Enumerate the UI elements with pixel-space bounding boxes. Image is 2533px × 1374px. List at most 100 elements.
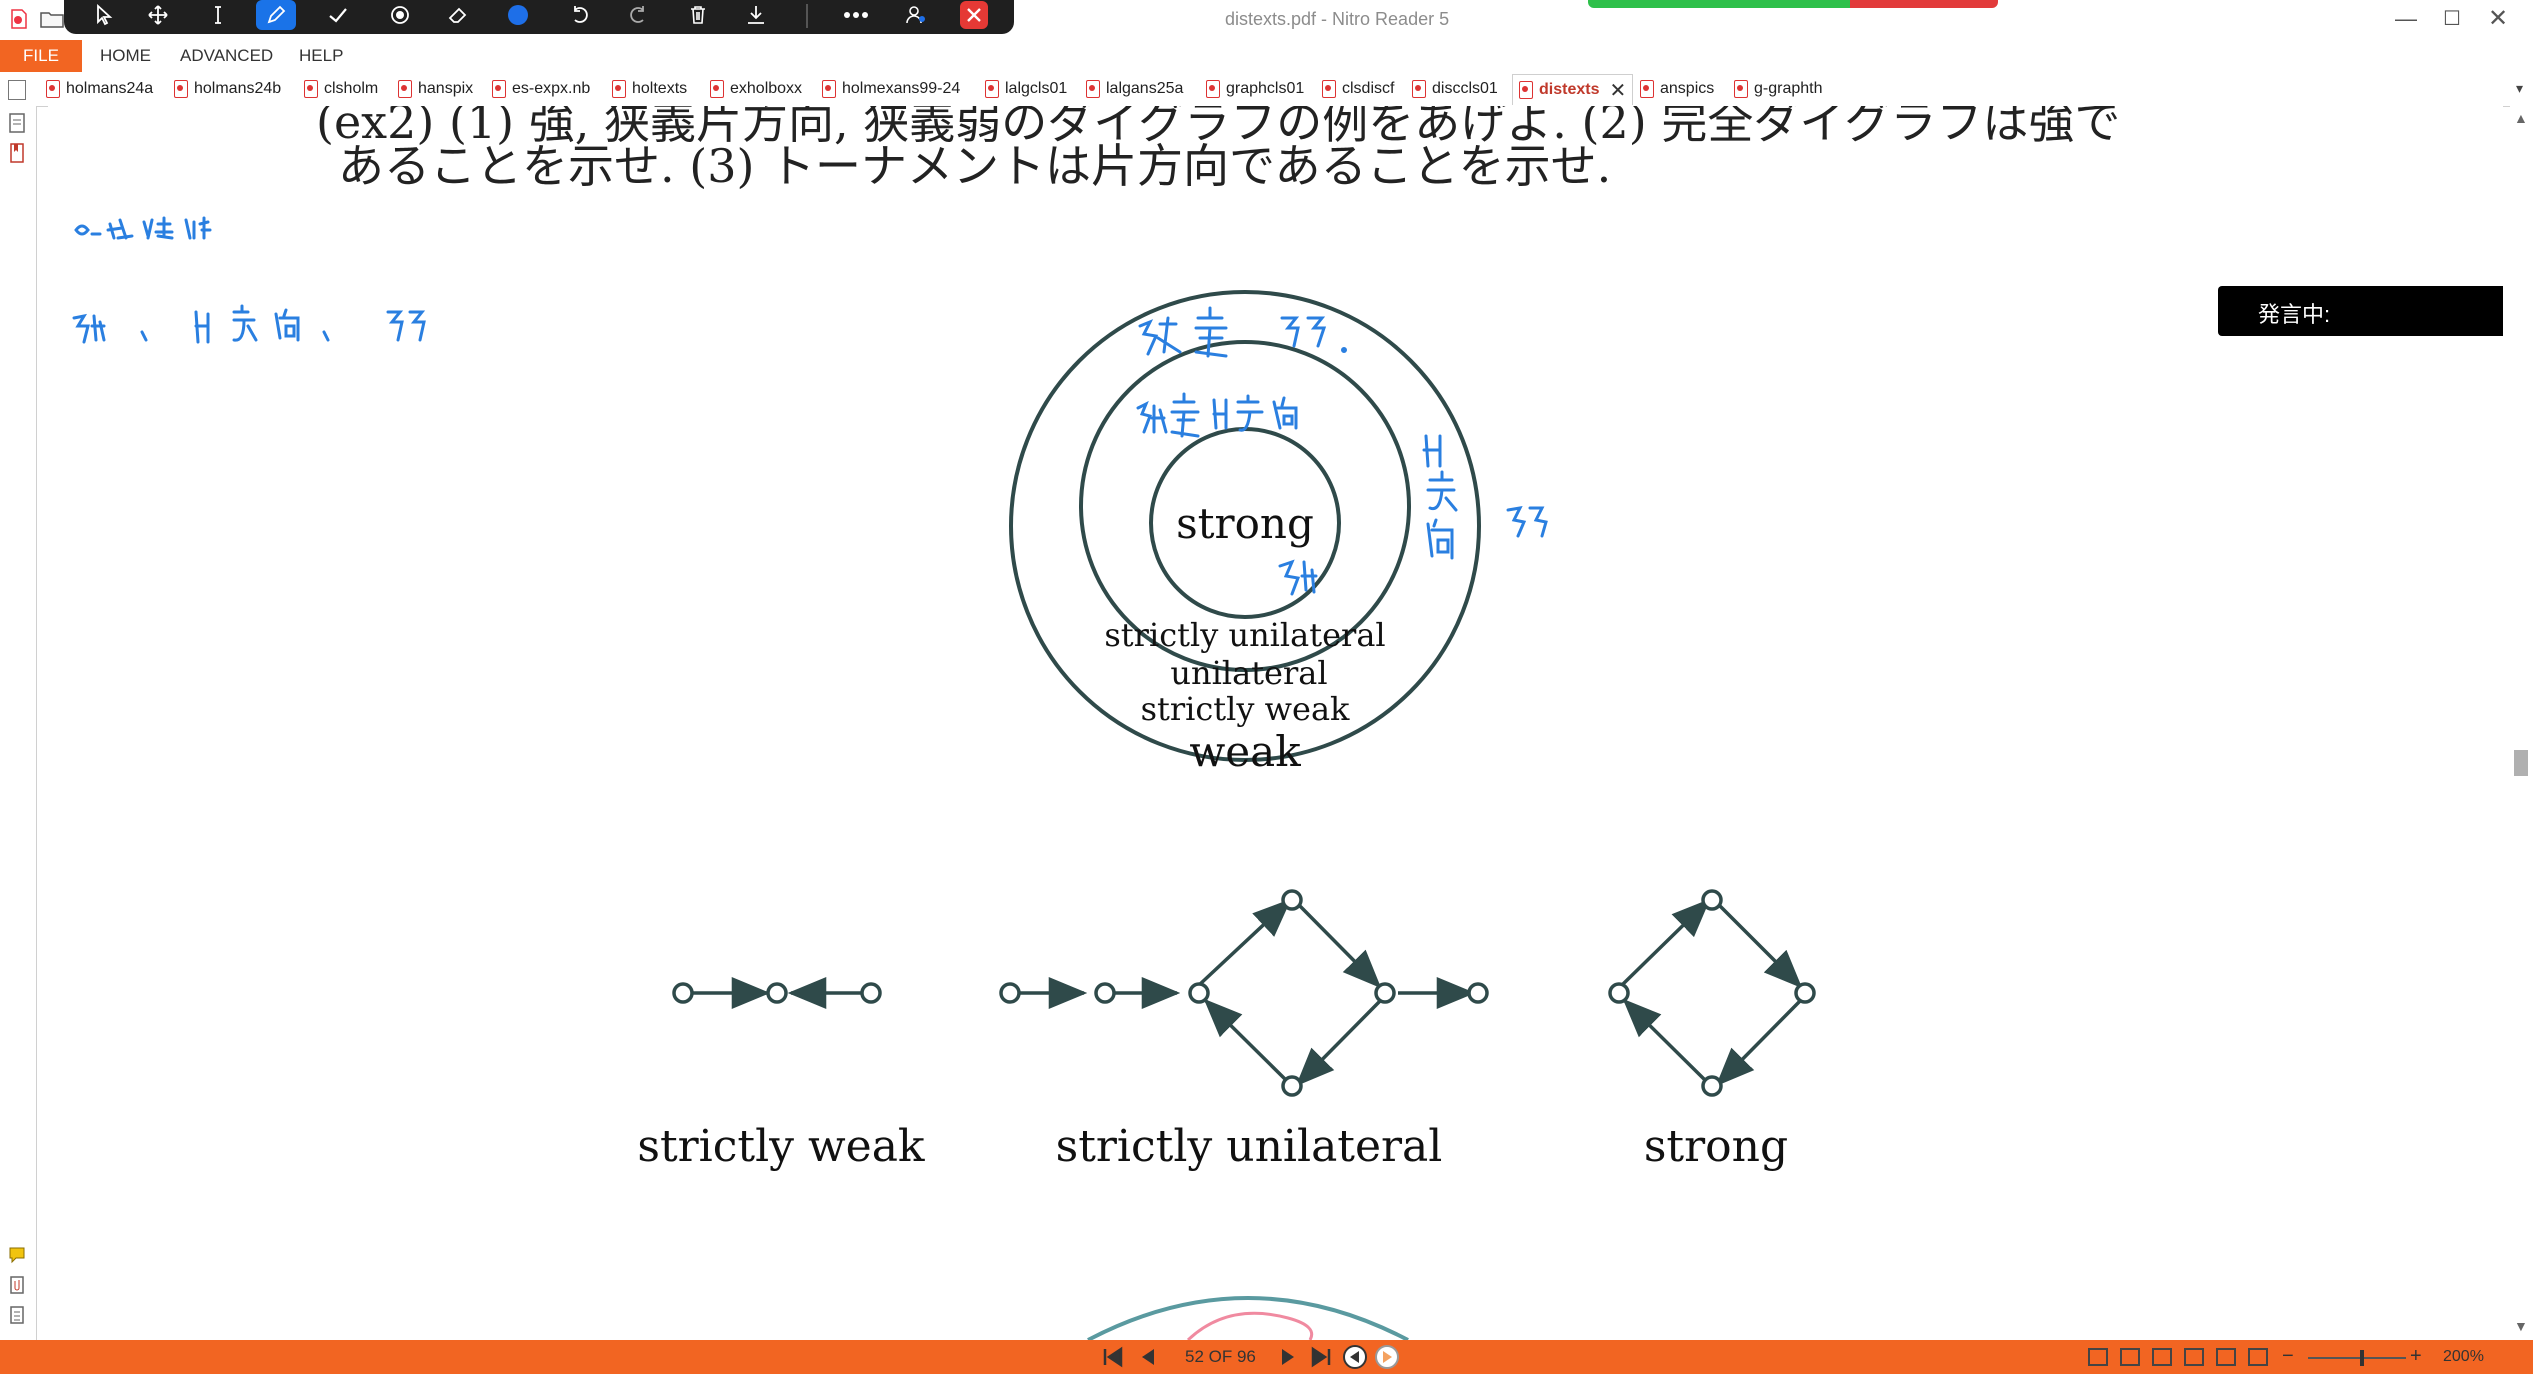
pen-icon[interactable] xyxy=(256,0,296,30)
pdf-file-icon xyxy=(398,80,412,98)
tab-overflow-button[interactable]: ▾ xyxy=(2516,80,2523,97)
continuous-facing-view-icon[interactable] xyxy=(2184,1348,2204,1366)
menu-advanced[interactable]: ADVANCED xyxy=(180,40,273,72)
page-thumbnails-icon[interactable] xyxy=(8,112,26,134)
pdf-file-icon xyxy=(492,80,506,98)
eraser-icon[interactable] xyxy=(438,0,478,30)
menu-home[interactable]: HOME xyxy=(100,40,151,72)
pdf-file-icon xyxy=(1519,81,1533,99)
tab-lalgcls01[interactable]: lalgcls01 xyxy=(985,76,1067,102)
tab-distexts[interactable]: distexts ✕ xyxy=(1512,74,1634,105)
graph-vertex xyxy=(999,982,1021,1004)
facing-view-icon[interactable] xyxy=(2152,1348,2172,1366)
caption-strictly-unilateral: strictly unilateral xyxy=(1056,1121,1443,1172)
tab-label: holmans24a xyxy=(66,80,154,97)
zoom-slider-thumb[interactable] xyxy=(2360,1350,2364,1366)
page-number-field[interactable]: 52 OF 96 xyxy=(1185,1347,1256,1367)
tab-label: clsdiscf xyxy=(1342,80,1395,97)
bookmarks-icon[interactable] xyxy=(8,142,26,164)
maximize-button[interactable]: ☐ xyxy=(2434,2,2470,36)
speaking-label: 発言中: xyxy=(2258,302,2331,327)
tab-label: lalgans25a xyxy=(1106,80,1184,97)
tab-hanspix[interactable]: hanspix xyxy=(398,76,473,102)
scroll-up-icon[interactable]: ▲ xyxy=(2514,110,2528,126)
attachments-icon[interactable] xyxy=(8,1274,26,1296)
fullscreen-icon[interactable] xyxy=(2248,1348,2268,1366)
tab-list-icon[interactable] xyxy=(8,80,26,100)
pdf-file-icon xyxy=(304,80,318,98)
example-strong-digraph xyxy=(1608,889,1816,1097)
color-dot-icon[interactable] xyxy=(498,0,538,30)
zoom-slider[interactable] xyxy=(2308,1350,2406,1366)
user-settings-icon[interactable] xyxy=(896,0,936,30)
tab-holmans24a[interactable]: holmans24a xyxy=(46,76,153,102)
tab-g-graphth[interactable]: g-graphth xyxy=(1734,76,1823,102)
scroll-thumb[interactable] xyxy=(2514,750,2528,776)
zoom-level[interactable]: 200% xyxy=(2443,1348,2484,1366)
single-page-view-icon[interactable] xyxy=(2088,1348,2108,1366)
check-icon[interactable] xyxy=(318,0,358,30)
graph-vertex xyxy=(766,982,788,1004)
first-page-icon[interactable] xyxy=(1100,1344,1126,1370)
tab-clsdiscf[interactable]: clsdiscf xyxy=(1322,76,1394,102)
tab-es-expx-nb[interactable]: es-expx.nb xyxy=(492,76,590,102)
vertical-scrollbar[interactable]: ▲ ▼ xyxy=(2510,106,2533,1340)
pdf-file-icon xyxy=(1086,80,1100,98)
label-weak: weak xyxy=(1189,727,1301,776)
continuous-view-icon[interactable] xyxy=(2120,1348,2140,1366)
label-strictly-unilateral: strictly unilateral xyxy=(1104,616,1385,654)
connectivity-venn-diagram: strong strictly unilateral unilateral st… xyxy=(1009,290,1481,776)
close-annotation-icon[interactable] xyxy=(954,0,994,30)
close-window-button[interactable]: ✕ xyxy=(2478,2,2518,36)
more-icon[interactable] xyxy=(836,0,876,30)
menu-help[interactable]: HELP xyxy=(299,40,343,72)
handwritten-diagram-annotations xyxy=(1136,306,1548,596)
undo-icon[interactable] xyxy=(560,0,600,30)
redo-icon[interactable] xyxy=(618,0,658,30)
download-icon[interactable] xyxy=(736,0,776,30)
tab-clsholm[interactable]: clsholm xyxy=(304,76,378,102)
nitro-logo-icon xyxy=(11,9,27,29)
scroll-down-icon[interactable]: ▼ xyxy=(2514,1318,2528,1334)
layers-icon[interactable] xyxy=(8,1304,26,1326)
tab-anspics[interactable]: anspics xyxy=(1640,76,1714,102)
zoom-out-button[interactable]: − xyxy=(2282,1345,2294,1368)
previous-page-icon[interactable] xyxy=(1134,1344,1160,1370)
tab-label: holtexts xyxy=(632,80,688,97)
fit-width-icon[interactable] xyxy=(2216,1348,2236,1366)
tab-holmans24b[interactable]: holmans24b xyxy=(174,76,281,102)
tab-label: lalgcls01 xyxy=(1005,80,1068,97)
tab-close-icon[interactable]: ✕ xyxy=(1609,78,1626,103)
tab-exholboxx[interactable]: exholboxx xyxy=(710,76,802,102)
menu-file[interactable]: FILE xyxy=(0,40,82,72)
handwritten-note-strong-unilateral-weak xyxy=(72,304,426,344)
comments-icon[interactable] xyxy=(8,1244,26,1266)
highlighter-icon[interactable] xyxy=(380,0,420,30)
tab-holmexans99-24[interactable]: holmexans99-24 xyxy=(822,76,960,102)
move-icon[interactable] xyxy=(138,0,178,30)
label-strong: strong xyxy=(1176,499,1314,548)
document-tab-bar: holmans24a holmans24b clsholm hanspix es-exp… xyxy=(0,72,2533,107)
next-page-icon[interactable] xyxy=(1276,1344,1302,1370)
tab-label: graphcls01 xyxy=(1226,80,1305,97)
tab-lalgans25a[interactable]: lalgans25a xyxy=(1086,76,1183,102)
graph-vertex xyxy=(1188,982,1210,1004)
last-page-icon[interactable] xyxy=(1308,1344,1334,1370)
minimize-button[interactable]: — xyxy=(2388,2,2424,36)
tab-holtexts[interactable]: holtexts xyxy=(612,76,687,102)
folder-icon[interactable] xyxy=(40,10,64,28)
trash-icon[interactable] xyxy=(678,0,718,30)
zoom-in-button[interactable]: + xyxy=(2410,1345,2422,1368)
previous-view-icon[interactable] xyxy=(1342,1344,1368,1370)
graph-vertex xyxy=(1467,982,1489,1004)
select-arrow-icon[interactable] xyxy=(84,0,124,30)
caption-strictly-weak: strictly weak xyxy=(637,1121,925,1172)
example-strictly-unilateral-digraph xyxy=(999,889,1489,1097)
tab-label: distexts xyxy=(1539,81,1600,98)
graph-vertex xyxy=(860,982,882,1004)
tab-graphcls01[interactable]: graphcls01 xyxy=(1206,76,1304,102)
pdf-file-icon xyxy=(822,80,836,98)
text-cursor-icon[interactable] xyxy=(198,0,238,30)
tab-disccls01[interactable]: disccls01 xyxy=(1412,76,1498,102)
next-view-icon[interactable] xyxy=(1374,1344,1400,1370)
